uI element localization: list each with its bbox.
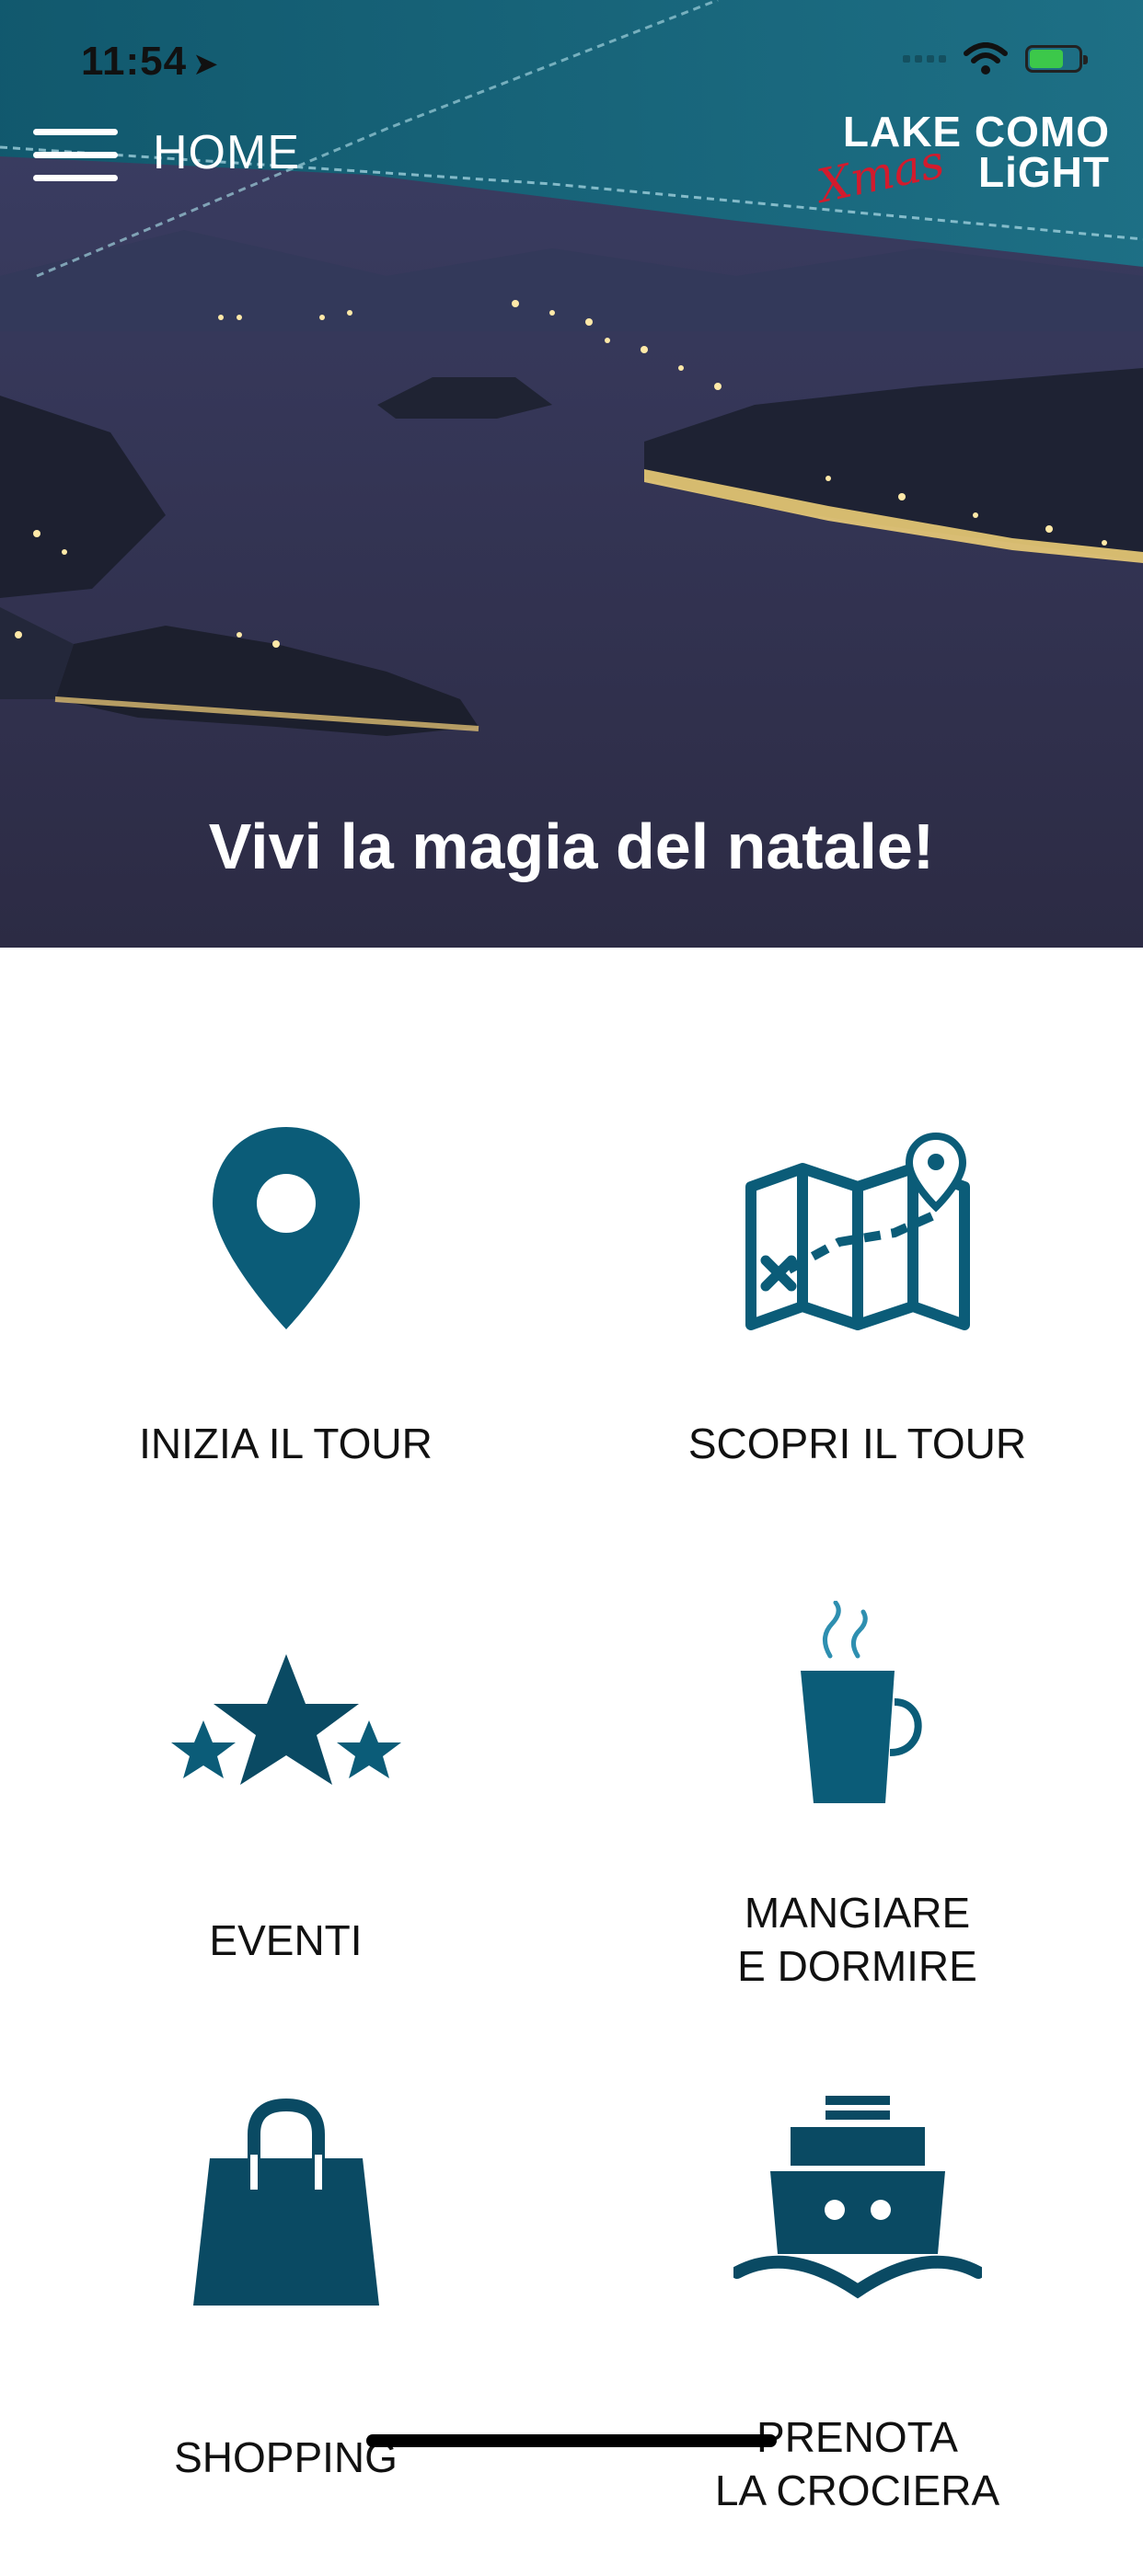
menu-item-label: PRENOTA LA CROCIERA xyxy=(714,2413,1000,2514)
menu-item-label: EVENTI xyxy=(209,1916,363,1964)
cellular-signal-icon xyxy=(903,55,946,63)
menu-item-label: MANGIARE E DORMIRE xyxy=(737,1889,977,1990)
status-time: 11:54 ➤ xyxy=(81,39,220,85)
menu-item-mangiare-dormire[interactable]: MANGIARE E DORMIRE xyxy=(572,1601,1143,2079)
menu-item-shopping[interactable]: SHOPPING xyxy=(0,2098,572,2576)
shopping-bag-icon xyxy=(0,2098,572,2309)
time-text: 11:54 xyxy=(81,39,188,84)
menu-item-scopri-tour[interactable]: SCOPRI IL TOUR xyxy=(572,1122,1143,1601)
home-indicator[interactable] xyxy=(366,2434,777,2447)
wifi-icon xyxy=(964,42,1008,75)
folded-map-icon xyxy=(572,1132,1143,1343)
stars-icon xyxy=(0,1647,572,1794)
menu-item-label: SCOPRI IL TOUR xyxy=(687,1420,1027,1467)
coffee-cup-icon xyxy=(572,1601,1143,1812)
map-pin-icon xyxy=(0,1122,572,1334)
menu-item-eventi[interactable]: EVENTI xyxy=(0,1601,572,2079)
menu-item-label: INIZIA IL TOUR xyxy=(139,1420,433,1467)
page-title: HOME xyxy=(153,126,300,179)
location-arrow-icon: ➤ xyxy=(192,47,220,82)
logo-line2: LiGHT xyxy=(978,148,1110,196)
status-indicators xyxy=(903,42,1088,75)
logo-script: Xmas xyxy=(813,134,950,213)
hamburger-menu-button[interactable] xyxy=(33,129,118,184)
battery-icon xyxy=(1025,45,1088,73)
ship-icon xyxy=(572,2088,1143,2309)
lake-como-xmas-light-logo: LAKE COMO Xmas LiGHT xyxy=(806,107,1110,213)
menu-item-inizia-tour[interactable]: INIZIA IL TOUR xyxy=(0,1122,572,1601)
hero-banner: 11:54 ➤ HOME LAKE COMO Xmas LiGHT Vivi la… xyxy=(0,0,1143,948)
menu-item-prenota-crociera[interactable]: PRENOTA LA CROCIERA xyxy=(572,2096,1143,2576)
hero-tagline: Vivi la magia del natale! xyxy=(208,811,935,882)
